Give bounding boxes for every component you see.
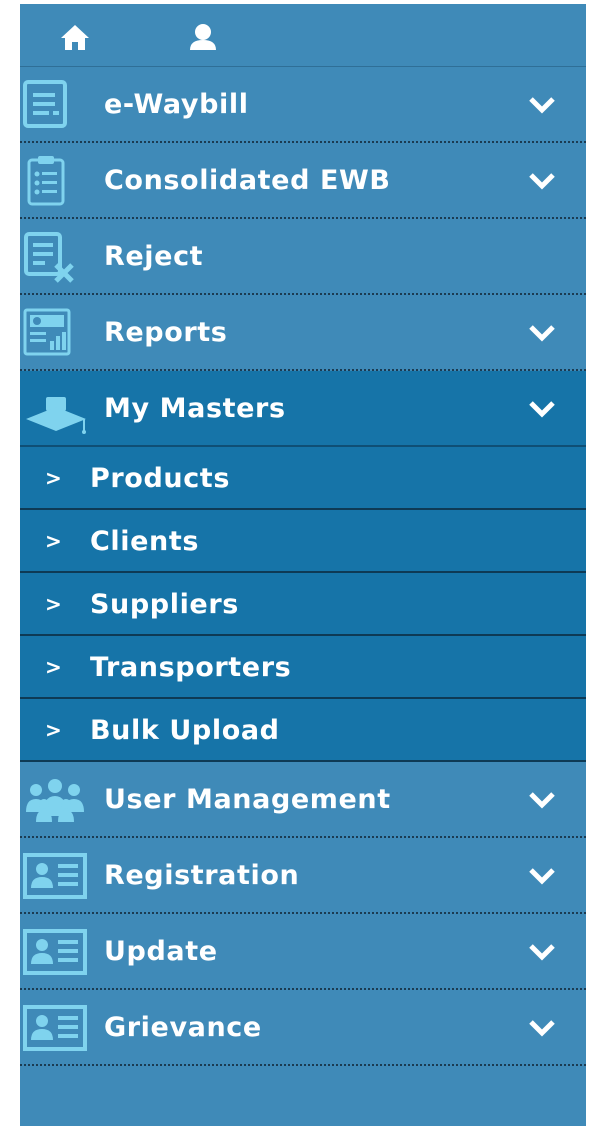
chevron-right-icon: > <box>45 655 62 679</box>
submenu-item-transporters[interactable]: > Transporters <box>20 636 586 699</box>
clipboard-icon <box>22 155 88 207</box>
menu-item-label: e-Waybill <box>104 89 249 120</box>
users-group-icon <box>22 774 88 826</box>
menu-item-label: Update <box>104 936 218 967</box>
sidebar-nav: e-Waybill Consolidated EWB Reject Report… <box>20 4 586 1126</box>
graduation-cap-icon <box>22 383 88 435</box>
menu-item-label: Reject <box>104 241 204 272</box>
submenu-item-label: Suppliers <box>90 589 239 620</box>
chevron-down-icon[interactable] <box>528 943 556 961</box>
my-masters-submenu: > Products > Clients > Suppliers > Trans… <box>20 447 586 762</box>
submenu-item-products[interactable]: > Products <box>20 447 586 510</box>
menu-item-my-masters[interactable]: My Masters <box>20 371 586 447</box>
chevron-right-icon: > <box>45 466 62 490</box>
menu-item-label: Grievance <box>104 1012 262 1043</box>
home-icon[interactable] <box>60 23 90 51</box>
chevron-down-icon[interactable] <box>528 172 556 190</box>
sidebar-topbar <box>20 4 586 67</box>
menu-item-label: Reports <box>104 317 228 348</box>
chevron-down-icon[interactable] <box>528 96 556 114</box>
chevron-down-icon[interactable] <box>528 400 556 418</box>
submenu-item-label: Bulk Upload <box>90 715 280 746</box>
chevron-down-icon[interactable] <box>528 867 556 885</box>
menu-item-registration[interactable]: Registration <box>20 838 586 914</box>
menu-item-reports[interactable]: Reports <box>20 295 586 371</box>
menu-item-label: Consolidated EWB <box>104 165 391 196</box>
document-list-icon <box>22 79 88 131</box>
chevron-down-icon[interactable] <box>528 791 556 809</box>
report-chart-icon <box>22 307 88 359</box>
submenu-item-label: Clients <box>90 526 200 557</box>
submenu-item-bulk-upload[interactable]: > Bulk Upload <box>20 699 586 762</box>
chevron-down-icon[interactable] <box>528 324 556 342</box>
menu-item-label: Registration <box>104 860 300 891</box>
chevron-right-icon: > <box>45 718 62 742</box>
menu-item-e-waybill[interactable]: e-Waybill <box>20 67 586 143</box>
id-card-icon <box>22 850 88 902</box>
menu-item-grievance[interactable]: Grievance <box>20 990 586 1066</box>
submenu-item-label: Products <box>90 463 230 494</box>
menu-item-user-management[interactable]: User Management <box>20 762 586 838</box>
chevron-down-icon[interactable] <box>528 1019 556 1037</box>
submenu-item-clients[interactable]: > Clients <box>20 510 586 573</box>
menu-item-reject[interactable]: Reject <box>20 219 586 295</box>
menu-item-label: My Masters <box>104 393 286 424</box>
id-card-icon <box>22 926 88 978</box>
reject-document-icon <box>22 231 88 283</box>
id-card-icon <box>22 1002 88 1054</box>
chevron-right-icon: > <box>45 529 62 553</box>
menu-item-label: User Management <box>104 784 391 815</box>
chevron-right-icon: > <box>45 592 62 616</box>
user-icon[interactable] <box>188 23 218 51</box>
menu-item-update[interactable]: Update <box>20 914 586 990</box>
submenu-item-label: Transporters <box>90 652 292 683</box>
menu-item-consolidated-ewb[interactable]: Consolidated EWB <box>20 143 586 219</box>
submenu-item-suppliers[interactable]: > Suppliers <box>20 573 586 636</box>
